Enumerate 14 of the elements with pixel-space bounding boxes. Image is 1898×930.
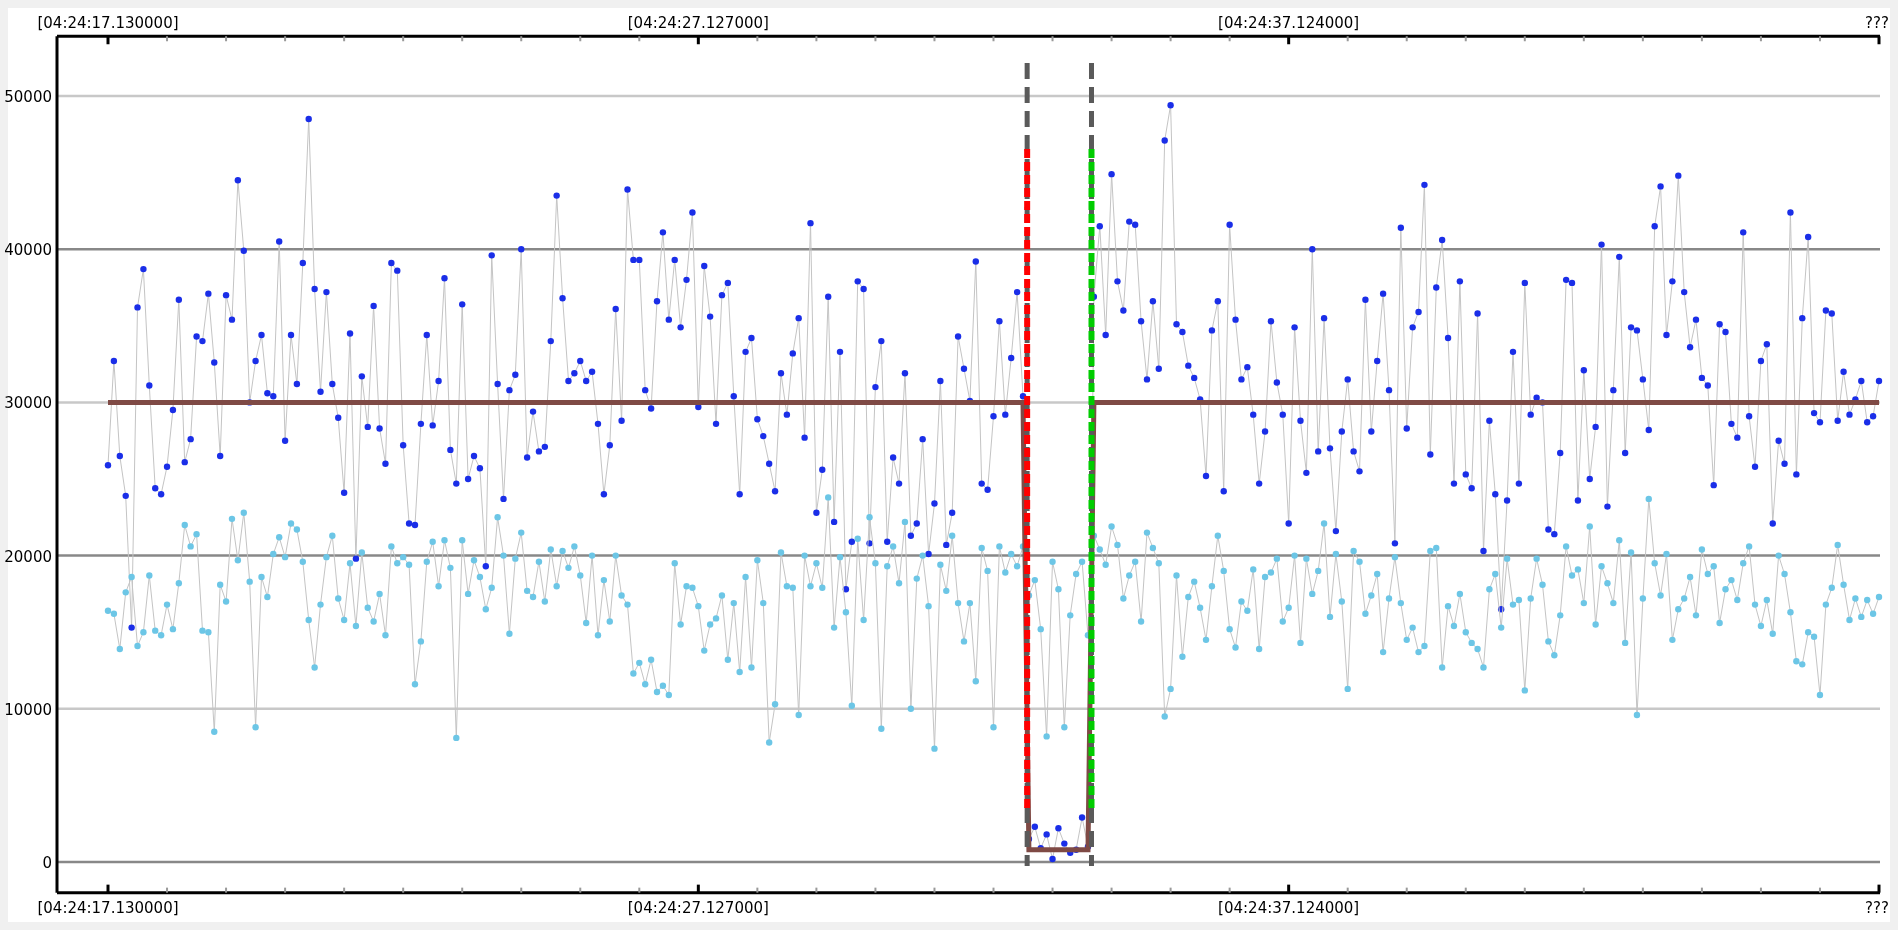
y-axis-label: 30000 xyxy=(4,394,52,413)
x-axis-label: ??? xyxy=(1865,14,1889,33)
y-axis-label: 50000 xyxy=(4,88,52,106)
y-axis-label: 10000 xyxy=(4,700,52,719)
y-axis-label: 40000 xyxy=(4,241,52,260)
y-axis-label: 20000 xyxy=(4,547,52,566)
x-axis-label: [04:24:27.127000] xyxy=(627,898,769,917)
x-axis-label: ??? xyxy=(1865,898,1889,917)
x-axis-label: [04:24:17.130000] xyxy=(37,14,179,33)
y-axis-label: 0 xyxy=(42,854,52,872)
x-axis-label: [04:24:17.130000] xyxy=(37,898,179,917)
x-axis-label: [04:24:37.124000] xyxy=(1218,898,1360,917)
x-axis-label: [04:24:27.127000] xyxy=(627,14,769,33)
x-axis-label: [04:24:37.124000] xyxy=(1218,14,1360,33)
